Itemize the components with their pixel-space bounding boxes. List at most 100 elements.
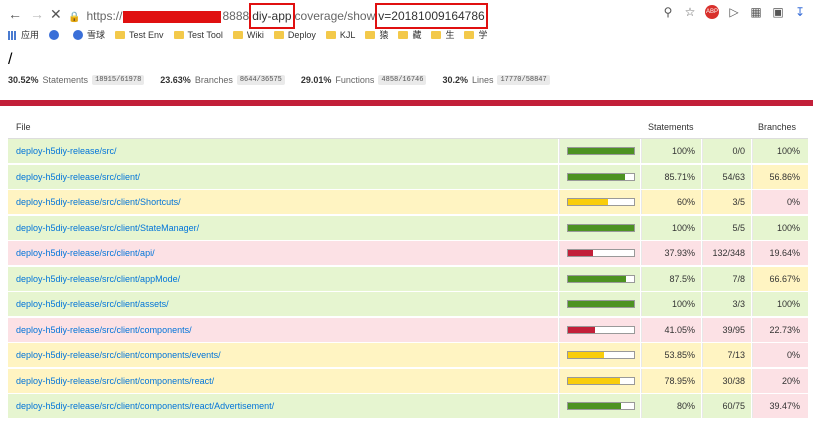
apps-grid-icon[interactable] xyxy=(8,30,17,40)
bookmark-item-9[interactable]: 学 xyxy=(464,28,488,42)
file-cell: deploy-h5diy-release/src/client/assets/ xyxy=(8,292,558,316)
statements-pct: 87.5% xyxy=(641,266,701,291)
branches-pct: 0% xyxy=(752,190,808,214)
bookmark-item-4[interactable]: Deploy xyxy=(273,28,316,42)
table-row: deploy-h5diy-release/src/client/85.71% 54… xyxy=(8,164,808,190)
branches-pct: 0% xyxy=(752,343,808,367)
folder-icon xyxy=(232,31,243,39)
file-cell: deploy-h5diy-release/src/client/Shortcut… xyxy=(8,190,558,214)
coverage-bar xyxy=(567,198,635,206)
file-link[interactable]: deploy-h5diy-release/src/client/Shortcut… xyxy=(16,197,181,207)
bookmark-item-0[interactable]: 雪球 xyxy=(73,28,105,42)
header-file[interactable]: File xyxy=(16,122,31,132)
bookmark-item-6[interactable]: 猿 xyxy=(365,28,388,42)
statements-fraction: 3/5 xyxy=(702,190,751,214)
bookmarks-bar: 应用 雪球 Test Env Test Tool Wiki Deploy KJL… xyxy=(0,28,813,42)
blue-site-icon xyxy=(49,30,60,40)
file-link[interactable]: deploy-h5diy-release/src/client/componen… xyxy=(16,376,214,386)
header-statements[interactable]: Statements xyxy=(648,122,694,132)
xueqiu-icon xyxy=(73,30,84,40)
statements-fraction: 132/348 xyxy=(702,241,751,265)
coverage-bar-cell xyxy=(559,241,640,265)
coverage-table: File Statements Branches deploy-h5diy-re… xyxy=(8,115,808,420)
bookmark-label: 藏 xyxy=(412,30,422,40)
summary-label: Branches xyxy=(194,75,233,85)
bookmark-blue[interactable] xyxy=(49,30,63,40)
statements-pct: 41.05% xyxy=(641,317,701,342)
coverage-bar-fill xyxy=(568,377,621,384)
bookmark-label: Wiki xyxy=(246,30,264,40)
file-cell: deploy-h5diy-release/src/client/appMode/ xyxy=(8,266,558,291)
branches-pct: 19.64% xyxy=(752,241,808,265)
coverage-bar-cell xyxy=(559,139,640,163)
statements-pct: 85.71% xyxy=(641,164,701,189)
file-link[interactable]: deploy-h5diy-release/src/client/ xyxy=(16,172,140,182)
folder-icon xyxy=(115,31,126,39)
branches-pct: 22.73% xyxy=(752,317,808,342)
file-cell: deploy-h5diy-release/src/client/ xyxy=(8,164,558,189)
forward-arrow-icon[interactable]: → xyxy=(30,6,44,22)
coverage-bar xyxy=(567,147,635,155)
file-link[interactable]: deploy-h5diy-release/src/client/componen… xyxy=(16,325,192,335)
table-row: deploy-h5diy-release/src/client/appMode/… xyxy=(8,266,808,292)
statements-fraction: 30/38 xyxy=(702,368,751,393)
bookmark-item-3[interactable]: Wiki xyxy=(232,28,264,42)
statements-pct: 80% xyxy=(641,394,701,418)
extension-arrow-icon[interactable]: ▷ xyxy=(727,5,741,19)
extension-abp-icon[interactable]: ABP xyxy=(705,5,719,19)
coverage-bar-fill xyxy=(568,148,634,154)
url-query-highlight: v=20181009164786 xyxy=(375,3,488,29)
statements-pct: 100% xyxy=(641,215,701,240)
folder-icon xyxy=(431,31,442,39)
coverage-bar-cell xyxy=(559,317,640,342)
stop-loading-icon[interactable]: ✕ xyxy=(50,6,62,23)
bookmark-star-icon[interactable]: ☆ xyxy=(683,5,697,19)
toolbar-icons: ⚲ ☆ ABP ▷ ▦ ▣ ↧ xyxy=(661,5,807,19)
header-branches[interactable]: Branches xyxy=(758,122,796,132)
branches-pct: 39.47% xyxy=(752,394,808,418)
file-link[interactable]: deploy-h5diy-release/src/ xyxy=(16,146,117,156)
bookmark-label: 学 xyxy=(478,30,488,40)
extension-grid-icon[interactable]: ▦ xyxy=(749,5,763,19)
file-link[interactable]: deploy-h5diy-release/src/client/api/ xyxy=(16,248,155,258)
coverage-bar-fill xyxy=(568,326,596,333)
bookmark-apps[interactable]: 应用 xyxy=(21,28,39,42)
file-link[interactable]: deploy-h5diy-release/src/client/componen… xyxy=(16,350,221,360)
summary-label: Statements xyxy=(42,75,89,85)
file-link[interactable]: deploy-h5diy-release/src/client/StateMan… xyxy=(16,223,199,233)
url-port: 8888 xyxy=(222,9,250,23)
zoom-icon[interactable]: ⚲ xyxy=(661,5,675,19)
bookmark-label: Deploy xyxy=(287,30,316,40)
statements-fraction: 39/95 xyxy=(702,317,751,342)
address-bar[interactable]: 🔒 https:// 8888 diy-app coverage/show v=20181… xyxy=(68,3,658,29)
bookmark-item-1[interactable]: Test Env xyxy=(115,28,164,42)
bookmark-item-2[interactable]: Test Tool xyxy=(173,28,223,42)
coverage-bar-cell xyxy=(559,343,640,367)
folder-icon xyxy=(464,31,475,39)
extension-box-icon[interactable]: ▣ xyxy=(771,5,785,19)
coverage-bar xyxy=(567,325,635,334)
back-arrow-icon[interactable]: ← xyxy=(8,6,22,22)
bookmark-item-8[interactable]: 生 xyxy=(431,28,454,42)
file-link[interactable]: deploy-h5diy-release/src/client/assets/ xyxy=(16,299,169,309)
folder-icon xyxy=(365,31,376,39)
file-cell: deploy-h5diy-release/src/client/api/ xyxy=(8,241,558,265)
bookmark-item-5[interactable]: KJL xyxy=(325,28,356,42)
coverage-bar-fill xyxy=(568,403,621,409)
file-cell: deploy-h5diy-release/src/client/componen… xyxy=(8,317,558,342)
table-row: deploy-h5diy-release/src/client/componen… xyxy=(8,368,808,394)
bookmark-label: KJL xyxy=(339,30,356,40)
bookmark-label: 雪球 xyxy=(87,30,106,40)
summary-fraction: 8644/36575 xyxy=(236,75,285,85)
coverage-bar xyxy=(567,274,635,283)
table-row: deploy-h5diy-release/src/client/Shortcut… xyxy=(8,190,808,216)
redacted-host xyxy=(123,10,222,23)
coverage-bar-cell xyxy=(559,368,640,393)
table-row: deploy-h5diy-release/src/client/StateMan… xyxy=(8,215,808,241)
file-link[interactable]: deploy-h5diy-release/src/client/appMode/ xyxy=(16,274,180,284)
bookmark-item-7[interactable]: 藏 xyxy=(398,28,421,42)
coverage-bar-cell xyxy=(559,266,640,291)
extension-download-icon[interactable]: ↧ xyxy=(793,5,807,19)
file-link[interactable]: deploy-h5diy-release/src/client/componen… xyxy=(16,401,274,411)
coverage-bar xyxy=(567,300,635,308)
